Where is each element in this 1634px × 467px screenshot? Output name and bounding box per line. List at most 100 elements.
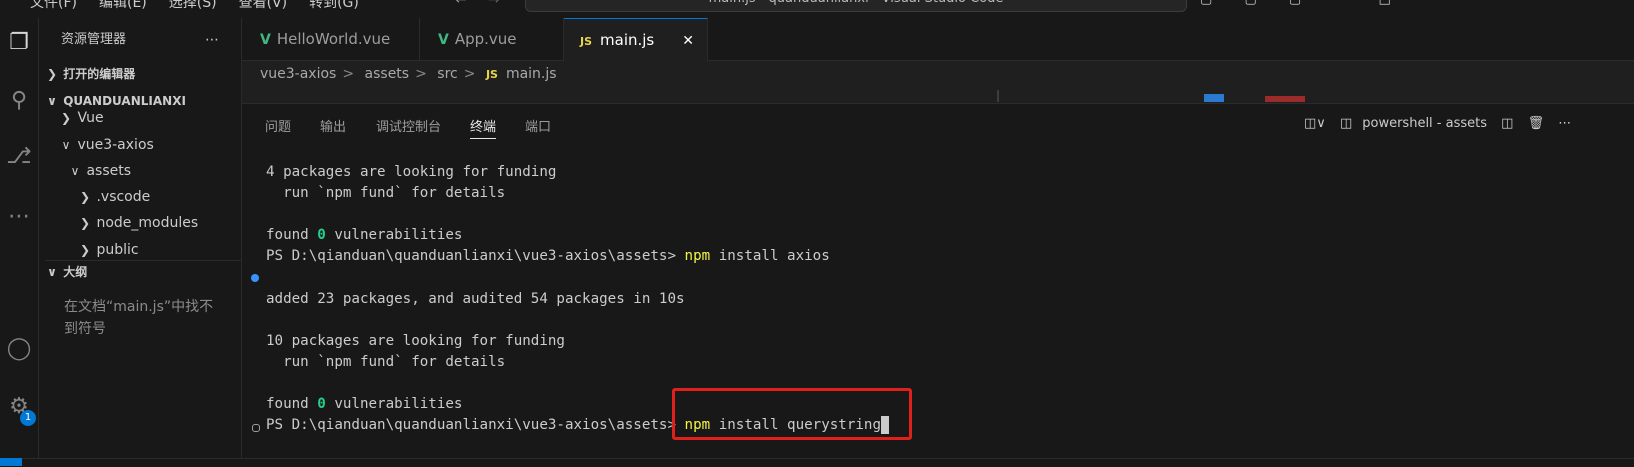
source-control-icon[interactable]: ⎇: [0, 144, 38, 169]
chevron-down-icon: ∨: [47, 94, 57, 108]
tab-label: HelloWorld.vue: [276, 30, 391, 48]
tree-item-label: vue3-axios: [77, 137, 154, 153]
chevron-right-icon: ❯: [79, 243, 91, 257]
terminal-line: found 0 vulnerabilities: [266, 227, 463, 244]
split-icon[interactable]: ◫: [1501, 116, 1513, 131]
nav-back-icon[interactable]: ←: [455, 0, 467, 8]
tree-item-label: node_modules: [96, 215, 199, 231]
layout-panel-icon[interactable]: ▢: [1244, 0, 1256, 7]
chevron-right-icon: ❯: [79, 190, 91, 204]
terminal-line: run `npm fund` for details: [266, 185, 506, 202]
tree-item-assets[interactable]: ∨ assets: [68, 160, 241, 182]
menu-bar: 文件(F) 编辑(E) 选择(S) 查看(V) 转到(G): [30, 0, 381, 12]
terminal-line: 4 packages are looking for funding: [266, 164, 557, 180]
chevron-down-icon: ∨: [70, 164, 80, 178]
tab-label: App.vue: [454, 30, 517, 48]
js-file-icon: JS: [485, 68, 498, 81]
tree-item-public[interactable]: ❯ public: [78, 239, 241, 257]
search-icon[interactable]: ⚲: [0, 88, 38, 113]
activity-bar: ❐ ⚲ ⎇ ⋯ ◯ ⚙ 1: [0, 18, 39, 458]
tab-terminal[interactable]: 终端: [470, 116, 497, 139]
tree-item-node-modules[interactable]: ❯ node_modules: [78, 212, 241, 234]
tab-ports[interactable]: 端口: [525, 116, 551, 135]
chevron-right-icon: ❯: [60, 111, 72, 125]
tree-item-vue[interactable]: ❯ Vue: [59, 107, 241, 129]
tree-item-vscode[interactable]: ❯ .vscode: [78, 186, 241, 208]
menu-item[interactable]: 编辑(E): [99, 0, 147, 11]
terminal-line: 10 packages are looking for funding: [266, 332, 565, 349]
terminal-instance-name[interactable]: powershell - assets: [1362, 116, 1487, 131]
breadcrumb-item[interactable]: vue3-axios: [260, 66, 336, 82]
chevron-right-icon: >: [342, 66, 355, 82]
chevron-right-icon: ❯: [79, 216, 91, 230]
tab-debug-console[interactable]: 调试控制台: [376, 116, 441, 135]
menu-item[interactable]: 选择(S): [169, 0, 217, 11]
vue-file-icon: V: [438, 32, 449, 48]
chevron-down-icon: ∨: [47, 265, 57, 279]
terminal-icon: ◫: [1339, 116, 1353, 131]
breadcrumb-item[interactable]: assets: [365, 66, 410, 82]
terminal-line: added 23 packages, and audited 54 packag…: [266, 290, 685, 307]
breadcrumb-item[interactable]: main.js: [506, 66, 557, 82]
terminal-prompt-line: PS D:\qianduan\quanduanlianxi\vue3-axios…: [266, 248, 830, 265]
tab-main-js[interactable]: JS main.js ✕: [564, 18, 708, 61]
breadcrumb-item[interactable]: src: [437, 66, 457, 82]
trash-icon[interactable]: 🗑: [1528, 116, 1545, 131]
tab-problems[interactable]: 问题: [265, 116, 291, 135]
close-icon[interactable]: ✕: [682, 33, 694, 49]
tree-item-label: public: [96, 242, 139, 257]
nav-forward-icon[interactable]: →: [488, 0, 500, 8]
editor-tab-bar: V HelloWorld.vue V App.vue JS main.js ✕: [242, 18, 1634, 61]
tab-output[interactable]: 输出: [320, 116, 346, 135]
chevron-right-icon: >: [463, 66, 476, 82]
tree-item-label: .vscode: [96, 189, 151, 205]
menu-item[interactable]: 转到(G): [309, 0, 359, 11]
command-center[interactable]: main.js - quanduanlianxi - Visual Studio…: [525, 0, 1187, 12]
menu-item[interactable]: 文件(F): [30, 0, 77, 11]
tree-item-vue3-axios[interactable]: ∨ vue3-axios: [59, 134, 241, 156]
tree-item-label: Vue: [77, 110, 104, 126]
remote-indicator[interactable]: [0, 458, 22, 466]
outline-empty-message: 在文档“main.js”中找不到符号: [64, 299, 214, 337]
vue-file-icon: V: [260, 32, 271, 48]
explorer-icon[interactable]: ❐: [0, 30, 38, 55]
outline-label: 大纲: [63, 265, 88, 279]
command-decoration-icon[interactable]: [252, 424, 260, 432]
panel-actions: ◫∨ ◫ powershell - assets ◫ 🗑 ⋯: [1304, 116, 1581, 131]
bottom-panel: 问题 输出 调试控制台 终端 端口 ◫∨ ◫ powershell - asset…: [242, 103, 1634, 459]
account-icon[interactable]: ◯: [0, 336, 38, 361]
workspace-label: QUANDUANLIANXI: [63, 94, 186, 108]
more-icon[interactable]: ⋯: [0, 204, 38, 229]
explorer-sidebar: 资源管理器 ⋯ ❯ 打开的编辑器 ∨ QUANDUANLIANXI ❯ Vue …: [39, 18, 242, 458]
find-widget: [997, 88, 1497, 102]
annotation-highlight-box: [672, 388, 912, 440]
tree-item-label: assets: [86, 163, 132, 179]
tab-app-vue[interactable]: V App.vue: [420, 18, 564, 60]
menu-item[interactable]: 查看(V): [239, 0, 288, 11]
breadcrumb: vue3-axios > assets > src > JS main.js: [260, 66, 557, 82]
chevron-down-icon: ∨: [61, 138, 71, 152]
chevron-right-icon: ❯: [46, 67, 58, 81]
more-icon[interactable]: ⋯: [1558, 116, 1571, 131]
open-editors-section[interactable]: ❯ 打开的编辑器: [45, 63, 241, 85]
more-actions-icon[interactable]: ⋯: [205, 29, 225, 51]
split-terminal-icon[interactable]: ◫∨: [1304, 116, 1326, 131]
chevron-right-icon: >: [415, 66, 427, 82]
outline-section[interactable]: ∨ 大纲: [45, 260, 241, 283]
title-bar: 文件(F) 编辑(E) 选择(S) 查看(V) 转到(G) ← → main.js - …: [0, 0, 1634, 18]
command-decoration-icon[interactable]: [251, 274, 259, 282]
settings-badge: 1: [20, 410, 36, 426]
layout-sidebar-icon[interactable]: ▢: [1289, 0, 1301, 7]
minimize-icon[interactable]: —: [1333, 0, 1346, 7]
tab-label: main.js: [600, 31, 655, 49]
tab-helloworld-vue[interactable]: V HelloWorld.vue: [242, 18, 420, 60]
js-file-icon: JS: [580, 35, 593, 48]
maximize-icon[interactable]: □: [1378, 0, 1390, 7]
layout-icon[interactable]: ▢: [1200, 0, 1212, 7]
open-editors-label: 打开的编辑器: [63, 67, 136, 81]
terminal-line: run `npm fund` for details: [266, 353, 506, 370]
window-controls: ▢ ▢ ▢ — □: [1200, 0, 1419, 7]
